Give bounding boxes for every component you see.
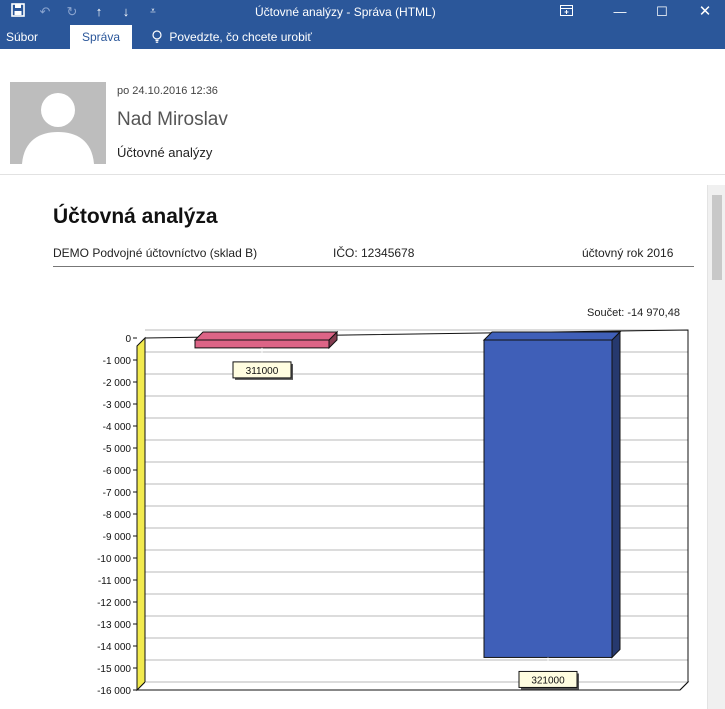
bar-label: 311000 xyxy=(246,366,279,377)
up-arrow-icon[interactable]: ↑ xyxy=(89,3,109,21)
avatar xyxy=(10,82,106,164)
bar-label: 321000 xyxy=(531,675,565,686)
scrollbar-thumb[interactable] xyxy=(712,195,722,280)
lightbulb-icon xyxy=(152,25,166,49)
bar-side xyxy=(328,330,338,350)
y-tick-label: -12 000 xyxy=(97,598,131,609)
window-title: Účtovné analýzy - Správa (HTML) xyxy=(255,5,436,19)
plot-background xyxy=(145,330,688,690)
label-box xyxy=(518,670,578,688)
ribbon-display-icon[interactable] xyxy=(556,3,576,21)
y-tick-label: -4 000 xyxy=(103,422,132,433)
company-name: DEMO Podvojné účtovníctvo (sklad B) xyxy=(53,246,258,260)
tell-me-search[interactable]: Povedzte, čo chcete urobiť xyxy=(152,25,312,49)
y-tick-label: -2 000 xyxy=(103,378,132,389)
tell-me-label: Povedzte, čo chcete urobiť xyxy=(169,30,312,44)
tab-file[interactable]: Súbor xyxy=(6,25,38,49)
label-box xyxy=(232,361,292,379)
y-tick-label: -10 000 xyxy=(97,554,131,565)
label-shadow xyxy=(235,363,293,380)
message-header: po 24.10.2016 12:36 Nad Miroslav Účtovné… xyxy=(0,49,725,175)
y-tick-label: -7 000 xyxy=(103,488,132,499)
y-tick-label: -15 000 xyxy=(97,664,131,675)
bar xyxy=(194,339,330,349)
y-axis-wall xyxy=(136,336,146,692)
y-tick-label: -1 000 xyxy=(103,356,132,367)
save-icon[interactable] xyxy=(8,3,28,21)
y-tick-label: -16 000 xyxy=(97,686,131,697)
bar xyxy=(483,339,613,658)
y-tick-label: -13 000 xyxy=(97,620,131,631)
ribbon-tabs: Súbor Správa Povedzte, čo chcete urobiť xyxy=(0,25,725,49)
header-divider xyxy=(53,266,694,267)
label-shadow xyxy=(521,673,579,690)
minimize-icon[interactable]: — xyxy=(610,3,630,21)
close-icon[interactable]: ✕ xyxy=(695,3,715,21)
y-tick-label: -5 000 xyxy=(103,444,132,455)
maximize-icon[interactable]: ☐ xyxy=(652,3,672,21)
undo-icon[interactable]: ↶ xyxy=(35,3,55,21)
down-arrow-icon[interactable]: ↓ xyxy=(116,3,136,21)
message-date: po 24.10.2016 12:36 xyxy=(117,85,218,97)
bar-top xyxy=(482,331,622,341)
bar-side xyxy=(611,330,621,659)
fiscal-year: účtovný rok 2016 xyxy=(582,246,674,260)
y-tick-label: -8 000 xyxy=(103,510,132,521)
y-tick-label: -9 000 xyxy=(103,532,132,543)
tab-message[interactable]: Správa xyxy=(70,25,133,49)
redo-icon[interactable]: ↻ xyxy=(62,3,82,21)
bar-top xyxy=(193,331,339,341)
message-subject: Účtovné analýzy xyxy=(117,145,213,160)
title-bar: ↶ ↻ ↑ ↓ ⩡ Účtovné analýzy - Správa (HTML… xyxy=(0,0,725,25)
sum-label: Součet: -14 970,48 xyxy=(587,307,680,319)
vertical-scrollbar[interactable] xyxy=(707,185,725,709)
plot-frame xyxy=(144,329,689,691)
y-tick-label: -11 000 xyxy=(98,576,132,587)
company-ico: IČO: 12345678 xyxy=(333,246,415,260)
sender-name[interactable]: Nad Miroslav xyxy=(117,109,228,131)
y-tick-label: -3 000 xyxy=(103,400,132,411)
y-tick-label: -14 000 xyxy=(97,642,131,653)
y-tick-label: -6 000 xyxy=(103,466,132,477)
plot-floor xyxy=(135,681,690,691)
y-tick-label: 0 xyxy=(125,334,131,345)
document-title: Účtovná analýza xyxy=(53,205,218,228)
customize-icon[interactable]: ⩡ xyxy=(143,3,163,21)
